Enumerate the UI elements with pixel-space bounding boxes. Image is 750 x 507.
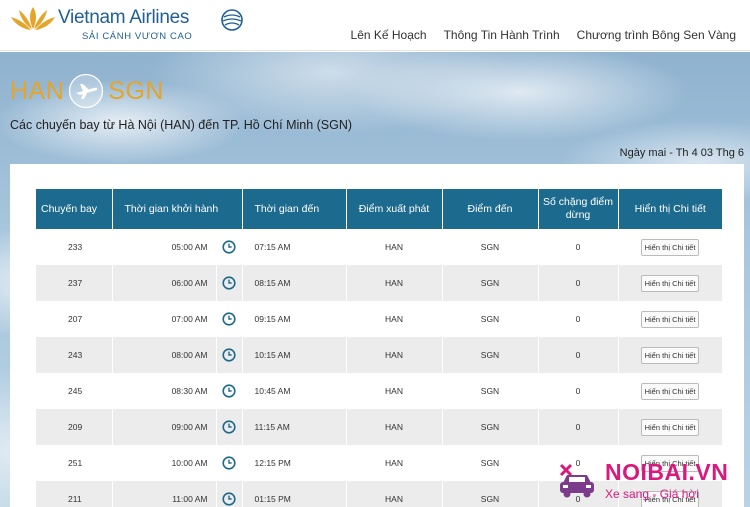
show-details-button[interactable]: Hiển thị Chi tiết xyxy=(640,382,700,400)
col-stops: Số chặng điểm dừng xyxy=(538,189,619,229)
origin-cell: HAN xyxy=(346,301,443,337)
arrival-time: 11:15 AM xyxy=(242,409,347,445)
origin-cell: HAN xyxy=(346,373,443,409)
main-nav: Lên Kế Hoạch Thông Tin Hành Trình Chương… xyxy=(351,28,736,42)
origin-cell: HAN xyxy=(346,229,443,265)
origin-cell: HAN xyxy=(346,409,443,445)
show-details-button[interactable]: Hiển thị Chi tiết xyxy=(640,310,700,328)
show-details-button[interactable]: Hiển thị Chi tiết xyxy=(640,238,700,256)
nav-lotusmiles[interactable]: Chương trình Bông Sen Vàng xyxy=(577,28,736,42)
flight-number: 233 xyxy=(36,229,113,265)
destination-cell: SGN xyxy=(442,229,539,265)
destination-cell: SGN xyxy=(442,481,539,507)
origin-cell: HAN xyxy=(346,265,443,301)
stops-cell: 0 xyxy=(538,229,619,265)
table-row: 207 07:00 AM 09:15 AM HAN SGN 0 Hiển thị… xyxy=(36,301,723,337)
col-departure: Thời gian khởi hành xyxy=(112,189,243,229)
clock-icon xyxy=(222,456,236,470)
table-row: 245 08:30 AM 10:45 AM HAN SGN 0 Hiển thị… xyxy=(36,373,723,409)
vietnam-airlines-logo[interactable]: Vietnam Airlines SẢI CÁNH VƯƠN CAO xyxy=(10,3,250,47)
nav-plan[interactable]: Lên Kế Hoạch xyxy=(351,28,427,42)
table-row: 233 05:00 AM 07:15 AM HAN SGN 0 Hiển thị… xyxy=(36,229,723,265)
arrival-time: 07:15 AM xyxy=(242,229,347,265)
stops-cell: 0 xyxy=(538,409,619,445)
col-details: Hiển thị Chi tiết xyxy=(618,189,722,229)
plane-icon xyxy=(69,73,104,109)
clock-icon xyxy=(222,492,236,506)
lotus-icon xyxy=(11,7,55,30)
stops-cell: 0 xyxy=(538,265,619,301)
car-icon xyxy=(559,463,594,498)
origin-code: HAN xyxy=(10,76,65,105)
arrival-time: 09:15 AM xyxy=(242,301,347,337)
destination-cell: SGN xyxy=(442,445,539,481)
col-flight: Chuyến bay xyxy=(36,189,113,229)
stops-cell: 0 xyxy=(538,301,619,337)
col-destination: Điểm đến xyxy=(442,189,539,229)
brand-name: Vietnam Airlines xyxy=(58,7,190,28)
travel-date: Ngày mai - Th 4 03 Thg 6 xyxy=(619,147,744,159)
flight-number: 237 xyxy=(36,265,113,301)
watermark-brand: NOIBAI.VN xyxy=(605,459,729,485)
clock-icon xyxy=(222,240,236,254)
arrival-time: 12:15 PM xyxy=(242,445,347,481)
destination-cell: SGN xyxy=(442,301,539,337)
departure-time: 10:00 AM xyxy=(112,445,217,481)
arrival-time: 10:15 AM xyxy=(242,337,347,373)
origin-cell: HAN xyxy=(346,337,443,373)
route-description: Các chuyến bay từ Hà Nội (HAN) đến TP. H… xyxy=(10,118,353,132)
departure-time: 08:00 AM xyxy=(112,337,217,373)
departure-time: 08:30 AM xyxy=(112,373,217,409)
arrival-time: 08:15 AM xyxy=(242,265,347,301)
origin-cell: HAN xyxy=(346,481,443,507)
stops-cell: 0 xyxy=(538,373,619,409)
col-origin: Điểm xuất phát xyxy=(346,189,443,229)
arrival-time: 10:45 AM xyxy=(242,373,347,409)
show-details-button[interactable]: Hiển thị Chi tiết xyxy=(640,418,700,436)
destination-cell: SGN xyxy=(442,409,539,445)
watermark-tagline: Xe sang - Giá hời xyxy=(605,487,699,501)
flight-number: 209 xyxy=(36,409,113,445)
destination-cell: SGN xyxy=(442,373,539,409)
table-row: 209 09:00 AM 11:15 AM HAN SGN 0 Hiển thị… xyxy=(36,409,723,445)
noibai-watermark: NOIBAI.VN Xe sang - Giá hời xyxy=(553,455,750,507)
destination-cell: SGN xyxy=(442,337,539,373)
destination-cell: SGN xyxy=(442,265,539,301)
clock-icon xyxy=(222,348,236,362)
table-row: 237 06:00 AM 08:15 AM HAN SGN 0 Hiển thị… xyxy=(36,265,723,301)
flight-number: 245 xyxy=(36,373,113,409)
departure-time: 09:00 AM xyxy=(112,409,217,445)
stops-cell: 0 xyxy=(538,337,619,373)
nav-trip-info[interactable]: Thông Tin Hành Trình xyxy=(444,28,560,42)
departure-time: 05:00 AM xyxy=(112,229,217,265)
col-arrival: Thời gian đến xyxy=(242,189,347,229)
departure-time: 11:00 AM xyxy=(112,481,217,507)
globe-icon xyxy=(221,9,243,31)
table-row: 243 08:00 AM 10:15 AM HAN SGN 0 Hiển thị… xyxy=(36,337,723,373)
table-header-row: Chuyến bay Thời gian khởi hành Thời gian… xyxy=(36,189,722,229)
origin-cell: HAN xyxy=(346,445,443,481)
flight-number: 207 xyxy=(36,301,113,337)
top-bar: Vietnam Airlines SẢI CÁNH VƯƠN CAO Lên K… xyxy=(0,0,750,51)
route-heading: HAN SGN xyxy=(10,73,164,109)
departure-time: 07:00 AM xyxy=(112,301,217,337)
clock-icon xyxy=(222,312,236,326)
flight-number: 243 xyxy=(36,337,113,373)
destination-code: SGN xyxy=(108,76,164,105)
flight-number: 211 xyxy=(36,481,113,507)
clock-icon xyxy=(222,384,236,398)
flight-number: 251 xyxy=(36,445,113,481)
show-details-button[interactable]: Hiển thị Chi tiết xyxy=(640,274,700,292)
arrival-time: 01:15 PM xyxy=(242,481,347,507)
departure-time: 06:00 AM xyxy=(112,265,217,301)
clock-icon xyxy=(222,276,236,290)
clock-icon xyxy=(222,420,236,434)
show-details-button[interactable]: Hiển thị Chi tiết xyxy=(640,346,700,364)
brand-tagline: SẢI CÁNH VƯƠN CAO xyxy=(82,31,193,42)
